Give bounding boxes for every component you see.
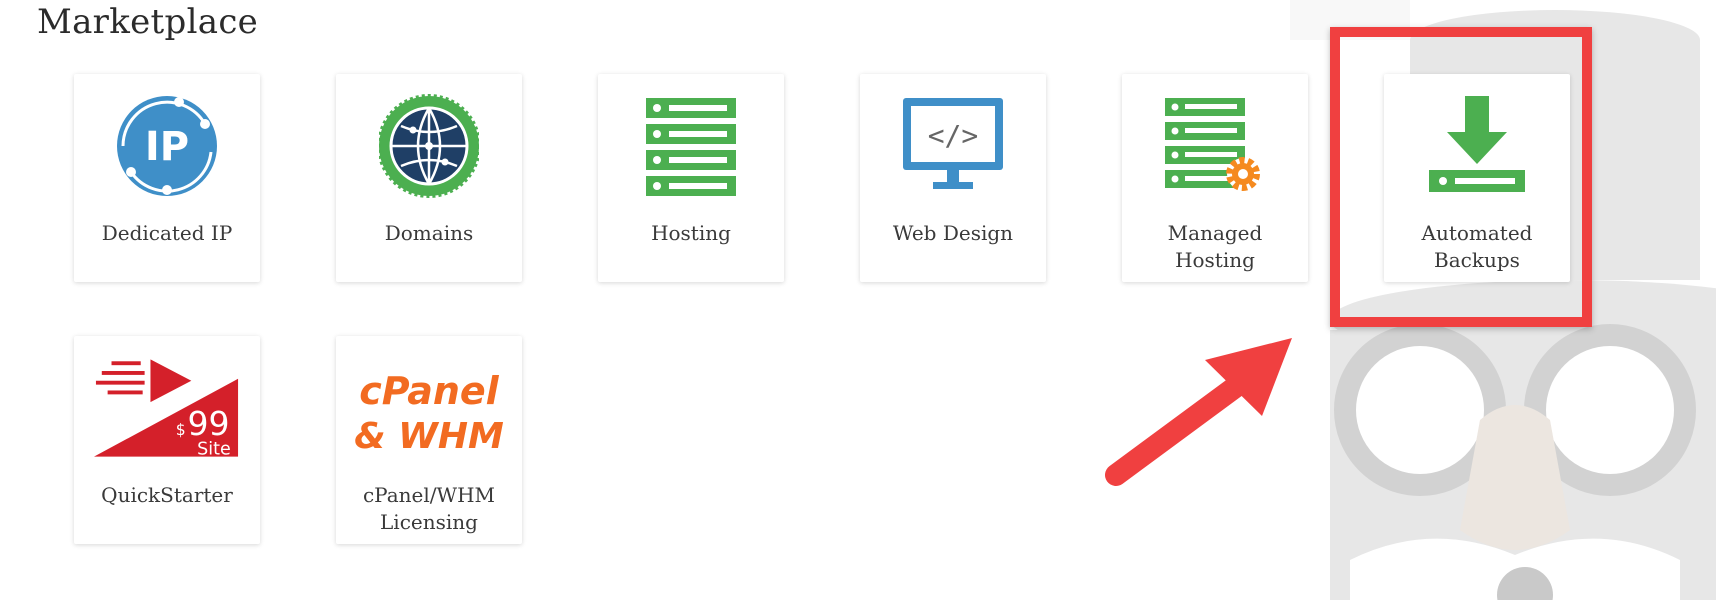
price-currency-text: $ — [176, 421, 186, 439]
tile-managed-hosting[interactable]: Managed Hosting — [1122, 74, 1308, 282]
tile-domains[interactable]: Domains — [336, 74, 522, 282]
quickstarter-99-site-icon: $ 99 Site — [94, 359, 239, 460]
tile-label: Web Design — [892, 221, 1014, 245]
tile-cpanel-whm-licensing[interactable]: cPanel & WHM cPanel/WHM Licensing — [336, 336, 522, 544]
cpanel-whm-logo-icon: cPanel & WHM — [354, 369, 504, 457]
code-monitor-icon: </> — [903, 98, 1003, 189]
tile-dedicated-ip[interactable]: IP Dedicated IP — [74, 74, 260, 282]
tile-label: Managed Hosting — [1167, 221, 1263, 272]
cpanel-logo-line1: cPanel — [359, 369, 499, 413]
tile-label: cPanel/WHM Licensing — [362, 483, 495, 534]
cpanel-logo-line2: & WHM — [354, 416, 504, 457]
tile-label: Domains — [384, 221, 474, 245]
ip-text: IP — [145, 124, 189, 170]
tile-quickstarter[interactable]: $ 99 Site QuickStarter — [74, 336, 260, 544]
tile-web-design[interactable]: </> Web Design — [860, 74, 1046, 282]
tile-label: QuickStarter — [101, 483, 233, 507]
globe-seal-icon — [379, 94, 479, 198]
dedicated-ip-icon: IP — [117, 96, 217, 196]
highlight-box-annotation — [1330, 27, 1592, 327]
tile-label: Dedicated IP — [101, 221, 233, 245]
price-unit-text: Site — [197, 440, 231, 460]
tile-hosting[interactable]: Hosting — [598, 74, 784, 282]
tile-label: Hosting — [651, 221, 731, 245]
price-text: 99 — [187, 404, 229, 443]
server-gear-icon — [1165, 98, 1260, 191]
server-rack-icon — [646, 98, 736, 196]
code-symbol-text: </> — [928, 119, 979, 152]
